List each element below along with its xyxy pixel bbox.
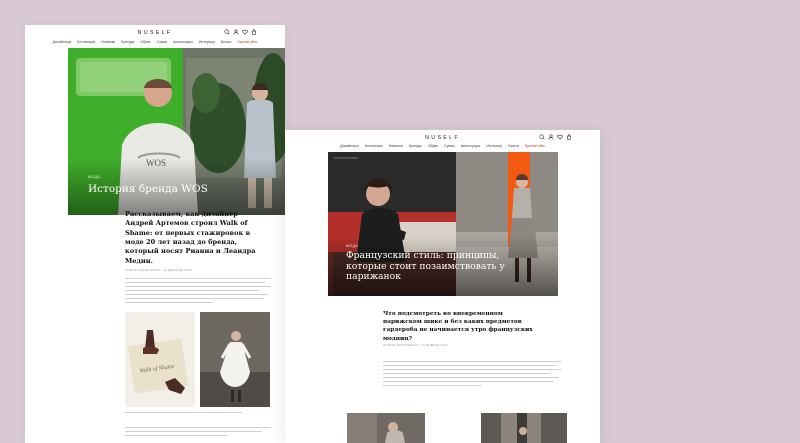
nav-item-new[interactable]: Новинки xyxy=(101,40,115,44)
article-paragraph-3 xyxy=(125,427,271,439)
nav-item-accessories[interactable]: Аксессуары xyxy=(173,40,193,44)
article-paragraph xyxy=(383,361,561,389)
article-lead: Что подсмотреть во вневременном парижско… xyxy=(383,311,533,342)
nav-item-special-offer[interactable]: Special offer xyxy=(525,144,545,148)
nav-item-designers[interactable]: Дизайнеры xyxy=(53,40,72,44)
article-lead: Рассказываем, как дизайнер Андрей Артемо… xyxy=(125,210,256,265)
dress-photo xyxy=(200,312,270,407)
user-icon[interactable] xyxy=(233,29,239,35)
street-photo-2 xyxy=(481,413,567,443)
hero-caption: МОДА Французский стиль: принципы, которы… xyxy=(346,244,511,283)
nav-item-bags[interactable]: Сумки xyxy=(157,40,167,44)
article-page-wos: NUSELF Дизайнеры Коллекции Новинки Бренд… xyxy=(25,25,285,443)
cart-icon[interactable] xyxy=(251,29,257,35)
shoes-photo: Walk of Shame xyxy=(125,312,195,407)
nav-item-interior[interactable]: Интерьер xyxy=(486,144,502,148)
heart-icon[interactable] xyxy=(242,29,248,35)
main-nav: Дизайнеры Коллекции Новинки Бренды Обувь… xyxy=(285,144,600,148)
article-paragraph-2 xyxy=(125,412,271,416)
hero-title[interactable]: Французский стиль: принципы, которые сто… xyxy=(346,250,511,283)
article-page-french-style: NUSELF Дизайнеры Коллекции Новинки Бренд… xyxy=(285,130,600,443)
article-meta: СОФИЯ ЗАХАРЧЕНКО / 23 ЯНВАРЯ 2021 xyxy=(383,343,449,347)
article-image-dress[interactable] xyxy=(200,312,270,407)
nav-item-designers[interactable]: Дизайнеры xyxy=(340,144,359,148)
nav-item-collections[interactable]: Коллекции xyxy=(365,144,383,148)
nav-item-interior[interactable]: Интерьер xyxy=(199,40,215,44)
header-icons xyxy=(539,134,572,140)
hero-caption: МОДА История бренда WOS xyxy=(88,175,268,195)
nav-item-special-offer[interactable]: Special offer xyxy=(237,40,257,44)
nav-item-shoes[interactable]: Обувь xyxy=(140,40,150,44)
article-image-shoes[interactable]: Walk of Shame xyxy=(125,312,195,407)
nav-item-shoes[interactable]: Обувь xyxy=(428,144,438,148)
cart-icon[interactable] xyxy=(566,134,572,140)
article-image-street-2[interactable] xyxy=(481,413,567,443)
header-icons xyxy=(224,29,257,35)
hero-image[interactable]: МОДА Французский стиль: принципы, которы… xyxy=(328,152,558,296)
nav-item-accessories[interactable]: Аксессуары xyxy=(461,144,481,148)
hero-title[interactable]: История бренда WOS xyxy=(88,183,268,195)
hero-tag[interactable]: МОДА xyxy=(88,175,268,179)
hero-image[interactable]: WOS МОДА История бренда WOS xyxy=(68,48,285,215)
nav-item-beauty[interactable]: Бьюти xyxy=(221,40,232,44)
nav-item-brands[interactable]: Бренды xyxy=(121,40,134,44)
nav-item-collections[interactable]: Коллекции xyxy=(77,40,95,44)
main-nav: Дизайнеры Коллекции Новинки Бренды Обувь… xyxy=(25,40,285,44)
nav-item-new[interactable]: Новинки xyxy=(389,144,403,148)
heart-icon[interactable] xyxy=(557,134,563,140)
hero-tag[interactable]: МОДА xyxy=(346,244,511,248)
nav-item-beauty[interactable]: Бьюти xyxy=(508,144,519,148)
article-meta: СОФИЯ ЗАХАРЧЕНКО / 18 ДЕКАБРЯ 2020 xyxy=(125,268,192,272)
search-icon[interactable] xyxy=(224,29,230,35)
search-icon[interactable] xyxy=(539,134,545,140)
article-image-street-1[interactable] xyxy=(347,413,425,443)
nav-item-brands[interactable]: Бренды xyxy=(409,144,422,148)
article-paragraph xyxy=(125,278,271,306)
street-photo-1 xyxy=(347,413,425,443)
nav-item-bags[interactable]: Сумки xyxy=(444,144,454,148)
user-icon[interactable] xyxy=(548,134,554,140)
